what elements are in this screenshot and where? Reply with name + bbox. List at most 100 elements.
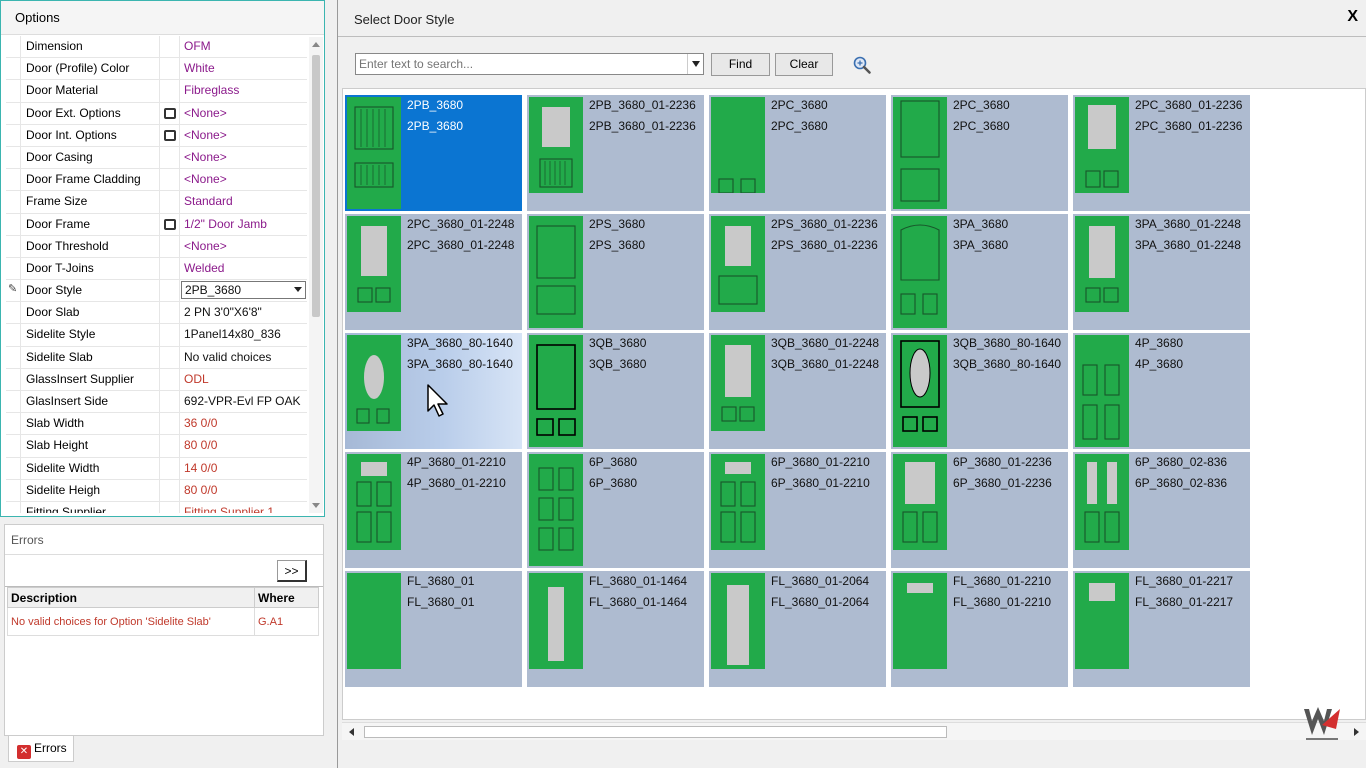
- option-value[interactable]: Welded: [180, 258, 307, 279]
- door-style-tile[interactable]: FL_3680_01-2210 FL_3680_01-2210: [891, 571, 1068, 687]
- door-style-tile[interactable]: 4P_3680 4P_3680: [1073, 333, 1250, 449]
- option-name: Sidelite Style: [21, 324, 160, 346]
- door-style-tile[interactable]: 2PB_3680_01-2236 2PB_3680_01-2236: [527, 95, 704, 211]
- door-oval-glass-icon: [347, 335, 401, 431]
- scroll-down-arrow-icon[interactable]: [312, 503, 320, 508]
- option-value[interactable]: <None>: [180, 125, 307, 146]
- option-row[interactable]: GlasInsert Side 692-VPR-Evl FP OAK: [6, 391, 307, 414]
- scroll-up-arrow-icon[interactable]: [312, 42, 320, 47]
- option-row[interactable]: Frame Size Standard: [6, 191, 307, 214]
- scroll-left-arrow-icon[interactable]: [349, 728, 354, 736]
- option-value[interactable]: OFM: [180, 36, 307, 57]
- tab-errors[interactable]: ✕ Errors: [8, 736, 74, 762]
- option-row[interactable]: Fitting Supplier Fitting Supplier 1: [6, 501, 307, 513]
- option-row[interactable]: Dimension OFM: [6, 36, 307, 59]
- door-style-description: FL_3680_01-1464: [589, 595, 688, 609]
- option-row[interactable]: Door Casing <None>: [6, 146, 307, 170]
- option-value[interactable]: White: [180, 58, 307, 79]
- option-value[interactable]: 692-VPR-Evl FP OAK: [180, 391, 307, 412]
- column-header-description[interactable]: Description: [7, 587, 255, 608]
- option-value[interactable]: 1/2" Door Jamb: [180, 214, 307, 235]
- door-style-tile[interactable]: 3QB_3680 3QB_3680: [527, 333, 704, 449]
- door-style-tile[interactable]: FL_3680_01-2064 FL_3680_01-2064: [709, 571, 886, 687]
- magnifier-icon[interactable]: [853, 56, 871, 74]
- door-style-tile[interactable]: FL_3680_01-1464 FL_3680_01-1464: [527, 571, 704, 687]
- door-style-tile[interactable]: 4P_3680_01-2210 4P_3680_01-2210: [345, 452, 522, 568]
- door-style-tile[interactable]: 3QB_3680_80-1640 3QB_3680_80-1640: [891, 333, 1068, 449]
- option-value[interactable]: Fibreglass: [180, 80, 307, 101]
- scroll-thumb[interactable]: [364, 726, 947, 738]
- option-row[interactable]: Slab Height 80 0/0: [6, 435, 307, 458]
- option-value[interactable]: 2 PN 3'0"X6'8": [180, 302, 307, 323]
- option-row[interactable]: GlassInsert Supplier ODL: [6, 368, 307, 391]
- option-value[interactable]: ODL: [180, 369, 307, 390]
- door-style-tile[interactable]: 6P_3680_01-2236 6P_3680_01-2236: [891, 452, 1068, 568]
- door-style-tile[interactable]: 2PB_3680 2PB_3680: [345, 95, 522, 211]
- option-value[interactable]: <None>: [180, 236, 307, 257]
- option-value[interactable]: Fitting Supplier 1: [180, 502, 307, 513]
- door-style-tile[interactable]: 6P_3680_01-2210 6P_3680_01-2210: [709, 452, 886, 568]
- door-style-tile[interactable]: 2PS_3680_01-2236 2PS_3680_01-2236: [709, 214, 886, 330]
- find-button[interactable]: Find: [711, 53, 770, 76]
- expand-button[interactable]: >>: [277, 560, 307, 582]
- door-2pc-flat-icon: [711, 97, 765, 193]
- scroll-right-arrow-icon[interactable]: [1354, 728, 1359, 736]
- option-row[interactable]: Sidelite Slab No valid choices: [6, 346, 307, 369]
- option-value[interactable]: 14 0/0: [180, 458, 307, 479]
- door-style-tile[interactable]: 2PC_3680 2PC_3680: [891, 95, 1068, 211]
- search-combobox[interactable]: [355, 53, 704, 75]
- option-row[interactable]: Door Ext. Options <None>: [6, 102, 307, 125]
- option-value[interactable]: <None>: [180, 147, 307, 168]
- option-value[interactable]: Standard: [180, 191, 307, 212]
- door-style-tile[interactable]: FL_3680_01-2217 FL_3680_01-2217: [1073, 571, 1250, 687]
- door-style-name: 2PS_3680: [589, 217, 646, 231]
- option-value[interactable]: 80 0/0: [180, 435, 307, 456]
- option-row[interactable]: Door Threshold <None>: [6, 235, 307, 258]
- option-value[interactable]: 36 0/0: [180, 413, 307, 434]
- option-row[interactable]: Sidelite Width 14 0/0: [6, 457, 307, 480]
- option-edit-button[interactable]: [160, 213, 180, 235]
- option-value-select[interactable]: 2PB_3680: [180, 280, 307, 301]
- option-row[interactable]: Slab Width 36 0/0: [6, 413, 307, 436]
- option-value[interactable]: 80 0/0: [180, 480, 307, 501]
- option-value[interactable]: 1Panel14x80_836: [180, 324, 307, 345]
- column-header-where[interactable]: Where: [254, 587, 319, 608]
- door-style-tile[interactable]: 3PA_3680 3PA_3680: [891, 214, 1068, 330]
- option-value[interactable]: <None>: [180, 103, 307, 124]
- table-row[interactable]: No valid choices for Option 'Sidelite Sl…: [7, 607, 319, 636]
- door-style-tile[interactable]: 2PC_3680_01-2248 2PC_3680_01-2248: [345, 214, 522, 330]
- option-edit-button[interactable]: [160, 124, 180, 146]
- chevron-down-icon[interactable]: [294, 287, 302, 293]
- option-row[interactable]: ✎ Door Style 2PB_3680: [6, 280, 307, 303]
- option-value[interactable]: <None>: [180, 169, 307, 190]
- option-value[interactable]: No valid choices: [180, 347, 307, 368]
- option-row[interactable]: Door Frame Cladding <None>: [6, 169, 307, 192]
- door-style-tile[interactable]: 6P_3680 6P_3680: [527, 452, 704, 568]
- door-style-tile[interactable]: 2PS_3680 2PS_3680: [527, 214, 704, 330]
- close-button[interactable]: X: [1347, 8, 1358, 26]
- door-style-tile[interactable]: 6P_3680_02-836 6P_3680_02-836: [1073, 452, 1250, 568]
- option-row[interactable]: Door (Profile) Color White: [6, 58, 307, 81]
- door-style-name: FL_3680_01-2217: [1135, 574, 1234, 588]
- door-style-tile[interactable]: 2PC_3680 2PC_3680: [709, 95, 886, 211]
- options-scrollbar[interactable]: [309, 37, 323, 513]
- option-edit-button[interactable]: [160, 102, 180, 124]
- option-row[interactable]: Door Slab 2 PN 3'0"X6'8": [6, 302, 307, 325]
- door-style-tile[interactable]: FL_3680_01 FL_3680_01: [345, 571, 522, 687]
- door-style-tile[interactable]: 3PA_3680_01-2248 3PA_3680_01-2248: [1073, 214, 1250, 330]
- scroll-thumb[interactable]: [312, 55, 320, 317]
- chevron-down-icon[interactable]: [687, 54, 703, 74]
- search-input[interactable]: [356, 54, 678, 74]
- option-row[interactable]: Sidelite Style 1Panel14x80_836: [6, 324, 307, 347]
- option-row[interactable]: Door Int. Options <None>: [6, 124, 307, 147]
- option-row[interactable]: Door T-Joins Welded: [6, 257, 307, 281]
- option-row[interactable]: Door Frame 1/2" Door Jamb: [6, 213, 307, 236]
- horizontal-scrollbar[interactable]: [342, 722, 1366, 740]
- door-style-tile[interactable]: 3QB_3680_01-2248 3QB_3680_01-2248: [709, 333, 886, 449]
- door-style-dropdown[interactable]: 2PB_3680: [181, 281, 306, 300]
- option-row[interactable]: Sidelite Heigh 80 0/0: [6, 479, 307, 502]
- clear-button[interactable]: Clear: [775, 53, 833, 76]
- option-row[interactable]: Door Material Fibreglass: [6, 80, 307, 103]
- door-style-tile[interactable]: 2PC_3680_01-2236 2PC_3680_01-2236: [1073, 95, 1250, 211]
- door-3qb-glass-icon: [711, 335, 765, 431]
